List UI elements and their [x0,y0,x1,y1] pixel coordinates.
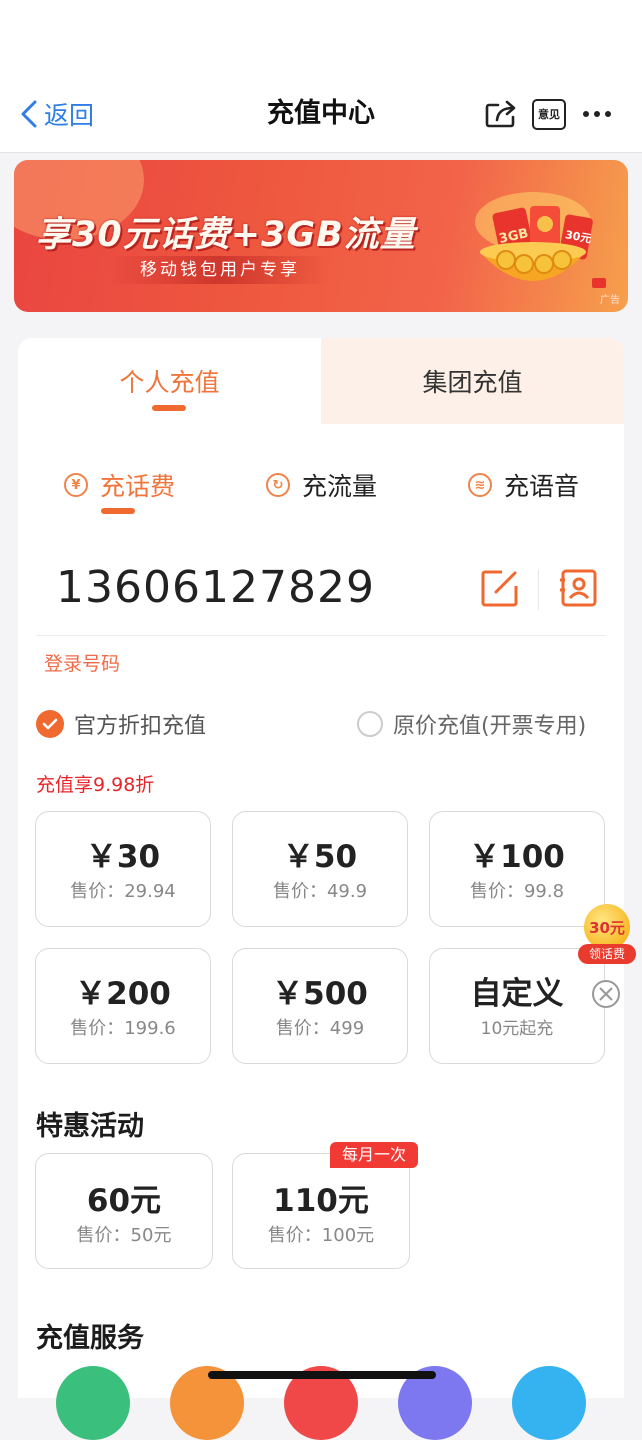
option-amount: ￥100 [469,839,565,875]
discount-note: 充值享9.98折 [36,774,155,796]
amount-option-30[interactable]: ￥30 售价：29.94 [35,811,211,927]
services-title: 充值服务 [36,1323,144,1354]
login-number-label: 登录号码 [44,653,121,675]
checked-icon [36,710,64,738]
amount-option-200[interactable]: ￥200 售价：199.6 [35,948,211,1064]
tab-personal-label: 个人充值 [119,368,220,397]
chevron-left-icon [21,100,37,128]
contacts-button[interactable] [558,568,598,608]
official-discount-label: 官方折扣充值 [74,714,207,739]
option-price: 售价：199.6 [70,1018,176,1039]
coin-text: 30元 [589,918,625,937]
service-icon[interactable] [56,1366,130,1440]
ad-label: 广告 [600,295,620,306]
option-custom-label: 自定义 [470,976,564,1012]
promo-price: 售价：100元 [267,1225,375,1246]
promo-option-60[interactable]: 60元 售价：50元 [35,1153,213,1269]
banner-title: 享30元话费+3GB流量 [36,215,416,255]
official-discount-radio[interactable]: 官方折扣充值 [36,708,206,740]
more-button[interactable] [580,94,614,134]
more-dots-icon [583,111,611,117]
unchecked-icon [357,711,383,737]
feedback-icon: 意见 [532,98,566,130]
banner-subtitle: 移动钱包用户专享 [110,256,330,284]
amount-option-50[interactable]: ￥50 售价：49.9 [232,811,408,927]
option-price: 售价：499 [275,1018,365,1039]
close-floating-promo-button[interactable] [592,980,620,1008]
monthly-once-badge: 每月一次 [330,1142,418,1168]
edit-icon [481,570,518,607]
close-icon [599,987,613,1001]
option-price: 售价：49.9 [272,881,368,902]
promo-amount: 60元 [86,1183,162,1219]
option-price: 售价：29.94 [70,881,176,902]
subtab-call-credit[interactable]: ¥ 充话费 [64,464,175,506]
floating-promo-tag: 领话费 [578,944,636,964]
promo-price: 售价：50元 [76,1225,172,1246]
gift-bowl-icon: 3GB 30元 [475,192,606,288]
share-button[interactable] [482,94,520,134]
back-label: 返回 [44,101,95,130]
feedback-label: 意见 [538,108,560,121]
contact-book-icon [560,569,597,607]
promo-option-110[interactable]: 110元 售价：100元 [232,1153,410,1269]
option-amount: ￥30 [85,839,161,875]
option-custom-hint: 10元起充 [480,1019,554,1039]
edit-number-button[interactable] [480,568,520,608]
original-price-label: 原价充值(开票专用) [393,714,587,739]
subtab-voice-label: 充语音 [504,472,580,501]
share-icon [485,100,516,128]
voice-wave-icon: ≋ [468,473,492,497]
promotions-title: 特惠活动 [36,1111,144,1142]
tab-active-indicator [152,405,186,411]
yen-circle-icon: ¥ [64,473,88,497]
floating-promo[interactable]: 30元 领话费 [578,900,636,966]
divider [36,635,606,636]
subtab-data-label: 充流量 [302,472,378,501]
original-price-radio[interactable]: 原价充值(开票专用) [357,708,586,740]
home-indicator [208,1371,436,1379]
amount-option-500[interactable]: ￥500 售价：499 [232,948,408,1064]
phone-number-input[interactable]: 13606127829 [56,562,375,613]
option-amount: ￥200 [75,976,171,1012]
promo-banner[interactable]: 享30元话费+3GB流量 移动钱包用户专享 3GB 30元 广告 [14,160,628,312]
service-icon[interactable] [512,1366,586,1440]
feedback-button[interactable]: 意见 [530,94,568,134]
tab-group-recharge[interactable]: 集团充值 [321,338,624,424]
subtab-voice[interactable]: ≋ 充语音 [468,464,579,506]
divider [538,570,539,610]
subtab-call-credit-label: 充话费 [100,472,176,501]
tab-group-label: 集团充值 [422,368,523,397]
navigation-bar: 返回 充值中心 意见 [0,0,642,153]
option-amount: ￥50 [282,839,358,875]
promo-amount: 110元 [273,1183,369,1219]
subtab-active-indicator [101,508,135,514]
back-button[interactable]: 返回 [20,94,94,134]
option-amount: ￥500 [272,976,368,1012]
refresh-circle-icon: ↻ [266,473,290,497]
tab-personal-recharge[interactable]: 个人充值 [18,338,321,424]
subtab-data[interactable]: ↻ 充流量 [266,464,377,506]
